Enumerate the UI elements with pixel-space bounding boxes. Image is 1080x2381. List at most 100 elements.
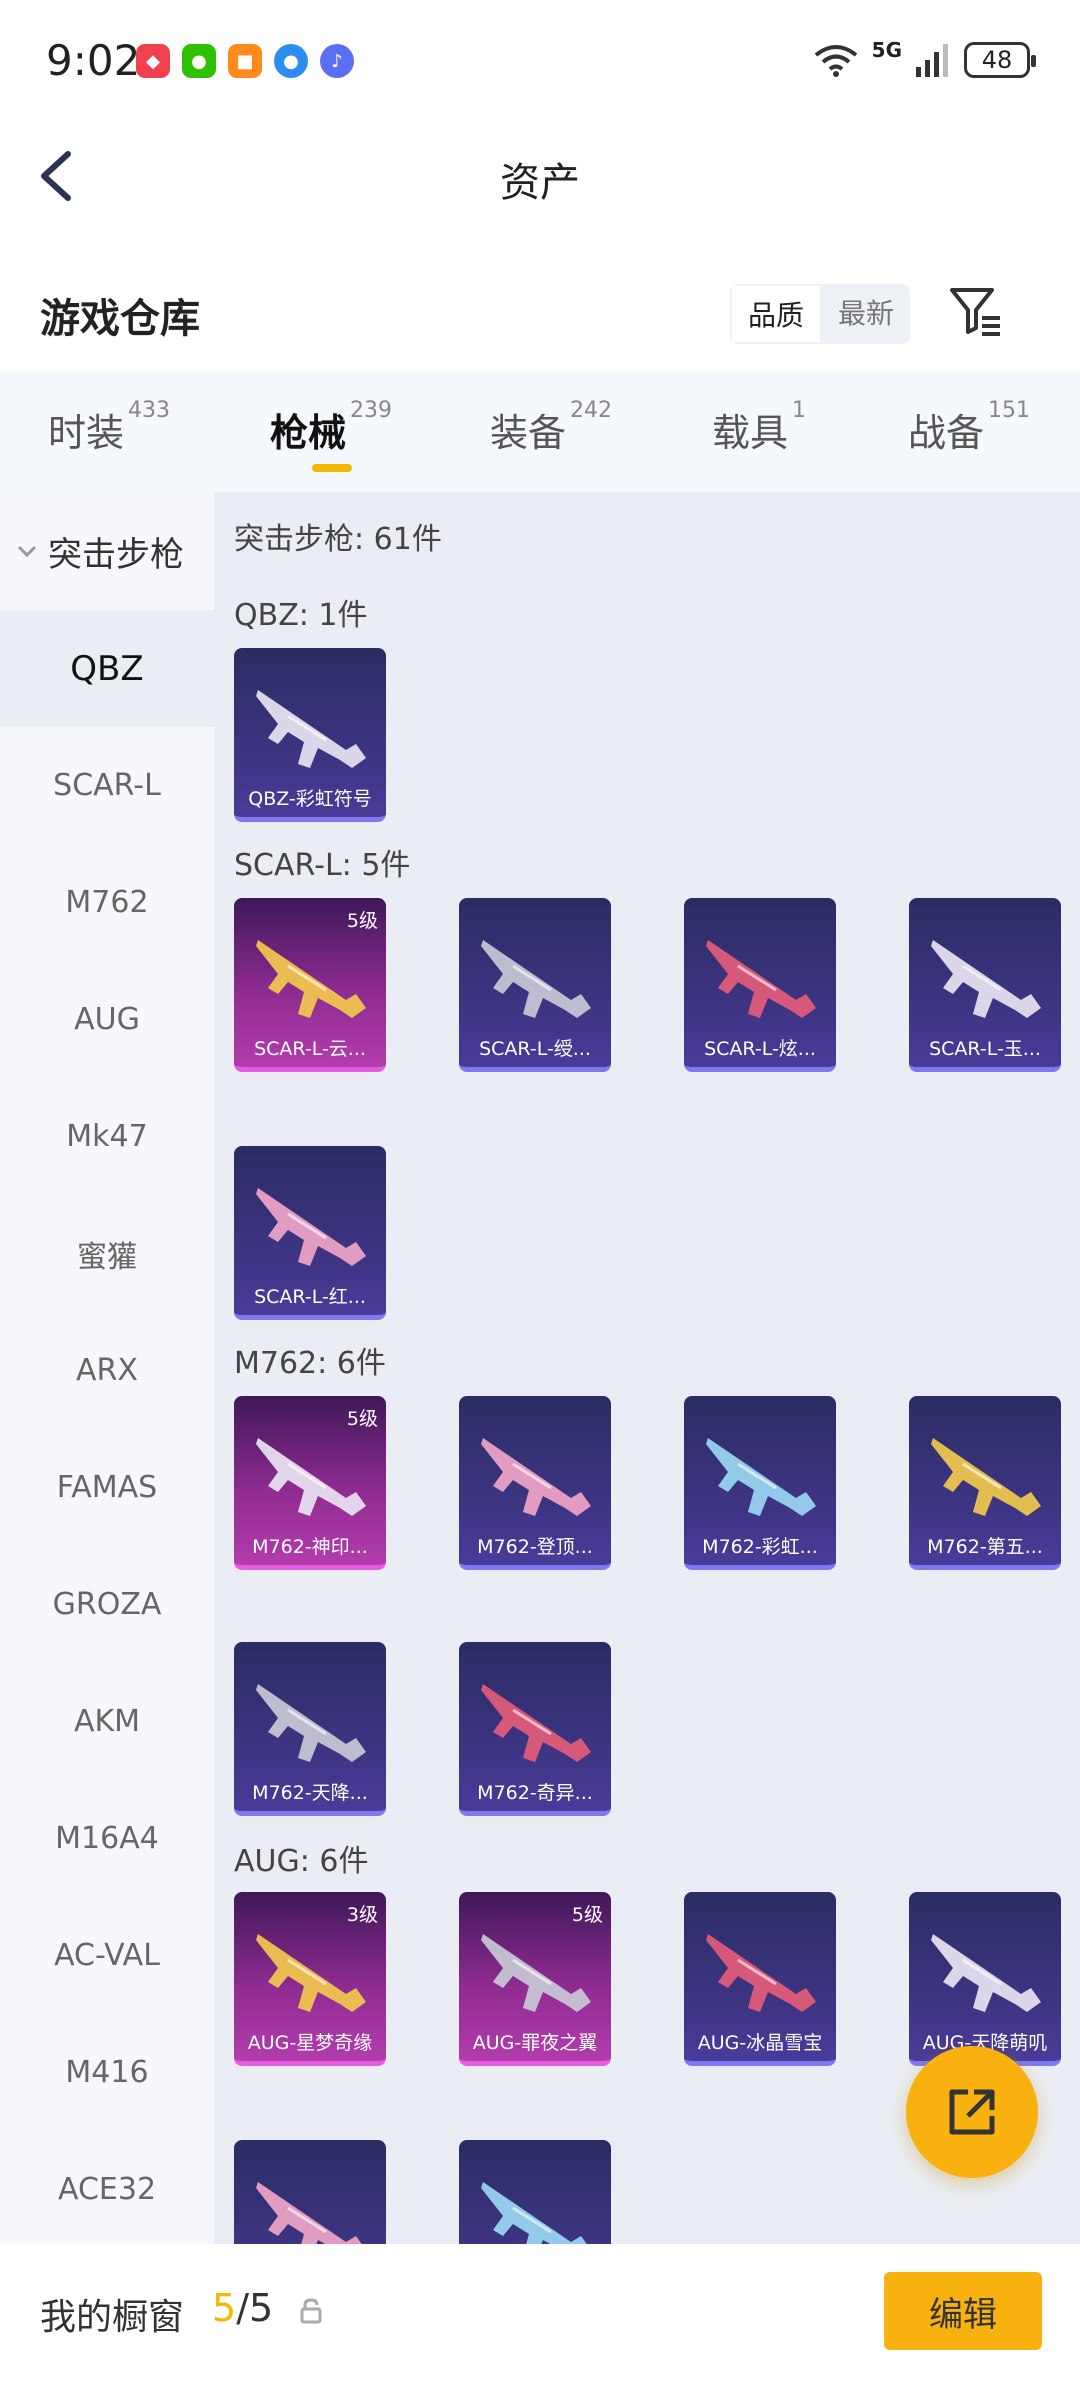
skin-name: SCAR-L-绶... bbox=[479, 1038, 591, 1060]
sidebar-category-label: 突击步枪 bbox=[48, 534, 184, 575]
browser-icon: ● bbox=[274, 44, 308, 78]
tab-count: 242 bbox=[570, 398, 613, 423]
showcase-count: 5/5 bbox=[212, 2286, 274, 2330]
title-bar: 资产 bbox=[0, 120, 1080, 230]
skin-card[interactable]: QBZ-彩虹符号 bbox=[234, 648, 386, 822]
sidebar-item-m16a4[interactable]: M16A4 bbox=[0, 1780, 214, 1897]
sidebar-item-arx[interactable]: ARX bbox=[0, 1312, 214, 1429]
tab-vehicles[interactable]: 载具1 bbox=[712, 398, 806, 457]
sidebar-item-qbz[interactable]: QBZ bbox=[0, 610, 214, 727]
skin-card[interactable]: SCAR-L-玉... bbox=[909, 898, 1061, 1072]
skin-name: QBZ-彩虹符号 bbox=[248, 788, 372, 810]
share-button[interactable] bbox=[906, 2046, 1038, 2178]
sidebar-item-honey-badger[interactable]: 蜜獾 bbox=[0, 1195, 214, 1312]
filter-icon[interactable] bbox=[948, 284, 1004, 340]
sort-toggle: 品质 最新 bbox=[730, 284, 911, 344]
edit-button[interactable]: 编辑 bbox=[884, 2272, 1042, 2350]
sidebar-item-aug[interactable]: AUG bbox=[0, 961, 214, 1078]
rifle-icon bbox=[256, 1438, 366, 1516]
skin-card[interactable] bbox=[234, 2140, 386, 2244]
battery-icon: 48 bbox=[964, 42, 1036, 78]
lock-icon bbox=[300, 2298, 322, 2324]
sidebar-item-ac-val[interactable]: AC-VAL bbox=[0, 1897, 214, 2014]
skin-name: SCAR-L-云... bbox=[254, 1038, 366, 1060]
status-bar: 9:02 ◆ ● ■ ● ♪ 5G 48 bbox=[0, 0, 1080, 120]
shopping-app-icon: ◆ bbox=[136, 44, 170, 78]
sidebar-item-mk47[interactable]: Mk47 bbox=[0, 1078, 214, 1195]
rifle-icon bbox=[256, 1684, 366, 1762]
skin-level-badge: 5级 bbox=[346, 910, 378, 932]
skin-card[interactable]: SCAR-L-炫... bbox=[684, 898, 836, 1072]
skin-card[interactable]: SCAR-L-绶... bbox=[459, 898, 611, 1072]
sidebar-item-ace32[interactable]: ACE32 bbox=[0, 2131, 214, 2244]
wechat-icon: ● bbox=[182, 44, 216, 78]
skin-card[interactable]: 5级 AUG-罪夜之翼 bbox=[459, 1892, 611, 2066]
warehouse-title: 游戏仓库 bbox=[40, 296, 200, 342]
skin-card[interactable]: M762-登顶... bbox=[459, 1396, 611, 1570]
rifle-icon bbox=[481, 1438, 591, 1516]
skin-level-badge: 5级 bbox=[571, 1904, 603, 1926]
sidebar-item-m416[interactable]: M416 bbox=[0, 2014, 214, 2131]
showcase-bar: 我的橱窗 5/5 编辑 bbox=[0, 2244, 1080, 2381]
sort-quality-button[interactable]: 品质 bbox=[730, 284, 823, 344]
sidebar-item-akm[interactable]: AKM bbox=[0, 1663, 214, 1780]
skin-name: AUG-罪夜之翼 bbox=[472, 2032, 598, 2054]
skin-name: AUG-冰晶雪宝 bbox=[697, 2032, 823, 2054]
sidebar-item-scar-l[interactable]: SCAR-L bbox=[0, 727, 214, 844]
skin-level-badge: 3级 bbox=[346, 1904, 378, 1926]
rifle-icon bbox=[481, 1684, 591, 1762]
sidebar-item-famas[interactable]: FAMAS bbox=[0, 1429, 214, 1546]
rifle-icon bbox=[481, 2182, 587, 2244]
chevron-down-icon bbox=[17, 545, 37, 558]
group-label-qbz: QBZ: 1件 bbox=[234, 598, 368, 633]
rifle-icon bbox=[931, 1438, 1041, 1516]
skin-name: SCAR-L-炫... bbox=[704, 1038, 816, 1060]
rifle-icon bbox=[706, 1438, 816, 1516]
skin-card[interactable]: AUG-冰晶雪宝 bbox=[684, 1892, 836, 2066]
warehouse-header: 游戏仓库 品质 最新 bbox=[0, 270, 1080, 360]
skin-name: SCAR-L-玉... bbox=[929, 1038, 1041, 1060]
sidebar-item-m762[interactable]: M762 bbox=[0, 844, 214, 961]
rifle-icon bbox=[256, 1934, 366, 2012]
tab-count: 433 bbox=[128, 398, 171, 423]
sidebar-category-header[interactable]: 突击步枪 bbox=[0, 492, 214, 610]
rifle-icon bbox=[256, 2182, 362, 2244]
skin-card[interactable] bbox=[459, 2140, 611, 2244]
active-tab-indicator bbox=[312, 464, 352, 472]
skin-card[interactable]: SCAR-L-红... bbox=[234, 1146, 386, 1320]
skin-name: M762-登顶... bbox=[477, 1536, 593, 1558]
skin-card[interactable]: M762-第五... bbox=[909, 1396, 1061, 1570]
skin-card[interactable]: 5级 M762-神印... bbox=[234, 1396, 386, 1570]
rifle-icon bbox=[256, 940, 366, 1018]
skin-name: M762-第五... bbox=[927, 1536, 1043, 1558]
share-icon bbox=[949, 2089, 995, 2135]
signal-icon bbox=[916, 44, 948, 77]
sidebar-item-groza[interactable]: GROZA bbox=[0, 1546, 214, 1663]
skin-card[interactable]: 3级 AUG-星梦奇缘 bbox=[234, 1892, 386, 2066]
tab-supplies[interactable]: 战备151 bbox=[908, 398, 1030, 457]
tab-count: 1 bbox=[792, 398, 807, 423]
skin-card[interactable]: M762-天降... bbox=[234, 1642, 386, 1816]
group-label-m762: M762: 6件 bbox=[234, 1346, 386, 1381]
rifle-icon bbox=[256, 1188, 366, 1266]
tab-equipment[interactable]: 装备242 bbox=[490, 398, 612, 457]
weapon-sidebar: 突击步枪 QBZ SCAR-L M762 AUG Mk47 蜜獾 ARX FAM… bbox=[0, 492, 214, 2244]
rifle-icon bbox=[931, 940, 1041, 1018]
skin-card[interactable]: M762-彩虹... bbox=[684, 1396, 836, 1570]
status-time: 9:02 bbox=[46, 36, 141, 85]
skin-card[interactable]: 5级 SCAR-L-云... bbox=[234, 898, 386, 1072]
tab-weapons[interactable]: 枪械239 bbox=[270, 398, 392, 457]
tab-fashion[interactable]: 时装433 bbox=[48, 398, 170, 457]
tab-count: 239 bbox=[350, 398, 393, 423]
skin-name: M762-奇异... bbox=[477, 1782, 593, 1804]
music-icon: ♪ bbox=[320, 44, 354, 78]
rifle-icon bbox=[931, 1934, 1041, 2012]
skin-name: M762-神印... bbox=[252, 1536, 368, 1558]
showcase-label: 我的橱窗 bbox=[40, 2297, 185, 2338]
skin-card[interactable]: AUG-天降萌叽 bbox=[909, 1892, 1061, 2066]
skin-name: AUG-星梦奇缘 bbox=[247, 2032, 373, 2054]
skin-grid: 突击步枪: 61件 QBZ: 1件 QBZ-彩虹符号 SCAR-L: 5件 5级… bbox=[214, 492, 1080, 2244]
sort-newest-button[interactable]: 最新 bbox=[822, 284, 910, 344]
skin-card[interactable]: M762-奇异... bbox=[459, 1642, 611, 1816]
game-center-icon: ■ bbox=[228, 44, 262, 78]
